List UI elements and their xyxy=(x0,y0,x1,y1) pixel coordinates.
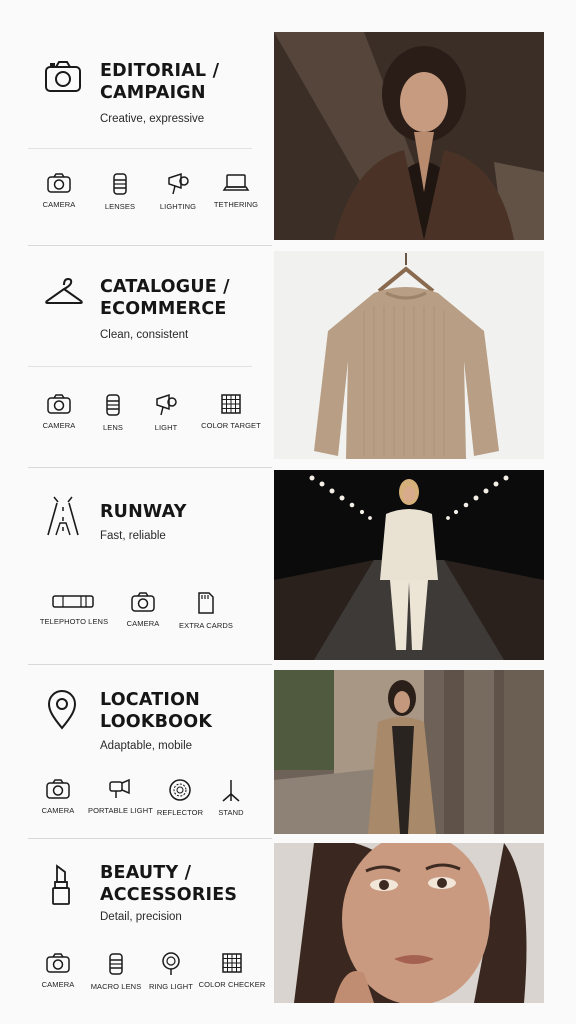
reflector-icon xyxy=(169,779,191,801)
equipment-row: CAMERA LENS LIGHT COLOR TARGET xyxy=(28,393,272,432)
equipment-camera: CAMERA xyxy=(28,952,88,991)
beige-sweater-photo xyxy=(274,251,544,459)
trench-coat-street-photo xyxy=(274,670,544,834)
equipment-row: CAMERA LENSES LIGHTING TETHERING xyxy=(28,172,272,211)
section-subtitle: Fast, reliable xyxy=(100,530,166,542)
section-beauty: BEAUTY / ACCESSORIES Detail, precision C… xyxy=(0,840,576,1024)
lipstick-icon xyxy=(50,862,88,905)
equipment-reflector: REFLECTOR xyxy=(152,778,208,817)
equipment-camera: CAMERA xyxy=(28,172,90,211)
woman-brown-blazer-photo xyxy=(274,32,544,240)
grid-target-icon xyxy=(221,394,241,414)
hanger-icon xyxy=(44,275,83,313)
equipment-extra-cards: EXTRA CARDS xyxy=(166,591,246,630)
light-stand-icon xyxy=(222,780,240,802)
section-title: RUNWAY xyxy=(100,502,187,522)
section-runway: RUNWAY Fast, reliable TELEPHOTO LENS CAM… xyxy=(0,469,576,664)
portable-light-icon xyxy=(109,778,130,798)
equipment-ring-light: RING LIGHT xyxy=(144,952,198,991)
spotlight-icon xyxy=(156,393,177,416)
section-subtitle: Creative, expressive xyxy=(100,113,205,125)
equipment-stand: STAND xyxy=(208,778,254,817)
equipment-row: CAMERA PORTABLE LIGHT REFLECTOR STAND xyxy=(28,778,272,817)
section-subtitle: Clean, consistent xyxy=(100,329,189,341)
equipment-tethering: TETHERING xyxy=(206,172,266,211)
telephoto-lens-icon xyxy=(52,595,94,608)
camera-icon xyxy=(46,953,70,973)
lens-icon xyxy=(106,394,120,416)
equipment-lens: LENS xyxy=(90,393,136,432)
section-catalogue: CATALOGUE / ECOMMERCE Clean, consistent … xyxy=(0,247,576,467)
runway-icon xyxy=(46,495,84,536)
camera-icon xyxy=(47,173,71,193)
equipment-macro-lens: MACRO LENS xyxy=(88,952,144,991)
camera-icon xyxy=(47,394,71,414)
equipment-camera: CAMERA xyxy=(28,778,88,817)
equipment-color-checker: COLOR CHECKER xyxy=(198,952,266,991)
section-subtitle: Adaptable, mobile xyxy=(100,740,193,752)
lens-icon xyxy=(113,173,127,195)
grid-target-icon xyxy=(222,953,242,973)
equipment-lighting: LIGHTING xyxy=(150,172,206,211)
lens-icon xyxy=(109,953,123,975)
equipment-color-target: COLOR TARGET xyxy=(196,393,266,432)
equipment-camera: CAMERA xyxy=(28,393,90,432)
equipment-telephoto-lens: TELEPHOTO LENS xyxy=(28,591,120,630)
camera-icon xyxy=(44,60,82,98)
location-pin-icon xyxy=(46,690,84,730)
equipment-portable-light: PORTABLE LIGHT xyxy=(88,778,153,817)
laptop-icon xyxy=(222,174,250,191)
section-title: CATALOGUE / ECOMMERCE xyxy=(100,277,230,319)
runway-model-photo xyxy=(274,470,544,660)
section-editorial: EDITORIAL / CAMPAIGN Creative, expressiv… xyxy=(0,0,576,245)
equipment-light: LIGHT xyxy=(136,393,196,432)
camera-icon xyxy=(131,592,155,612)
section-subtitle: Detail, precision xyxy=(100,911,182,923)
memory-card-icon xyxy=(198,592,214,614)
section-title: EDITORIAL / CAMPAIGN xyxy=(100,61,220,103)
section-title: BEAUTY / ACCESSORIES xyxy=(100,863,238,905)
spotlight-icon xyxy=(168,172,189,195)
section-title: LOCATION LOOKBOOK xyxy=(100,690,213,732)
camera-icon xyxy=(46,779,70,799)
equipment-camera: CAMERA xyxy=(120,591,166,630)
equipment-row: TELEPHOTO LENS CAMERA EXTRA CARDS xyxy=(28,591,272,630)
equipment-lenses: LENSES xyxy=(90,172,150,211)
ring-light-icon xyxy=(162,952,180,975)
equipment-row: CAMERA MACRO LENS RING LIGHT COLOR CHECK… xyxy=(28,952,272,991)
section-location: LOCATION LOOKBOOK Adaptable, mobile CAME… xyxy=(0,666,576,838)
beauty-closeup-photo xyxy=(274,843,544,1003)
